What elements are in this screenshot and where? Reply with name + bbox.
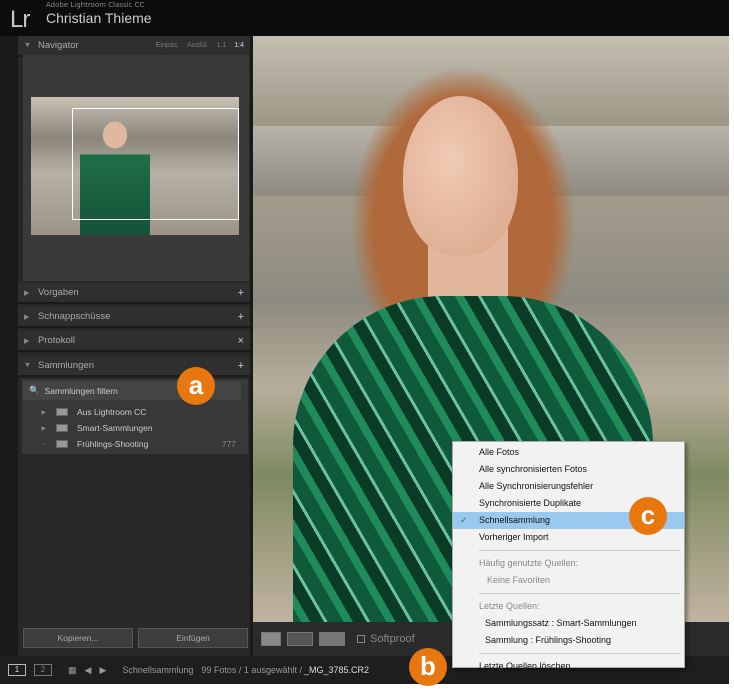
monitor-2-button[interactable]: 2 [34, 664, 52, 676]
menu-item-alle-fotos[interactable]: Alle Fotos [453, 444, 684, 461]
expand-triangle-icon: ▶ [41, 425, 46, 432]
filename: _MG_3785.CR2 [303, 665, 370, 675]
add-icon[interactable]: + [238, 360, 244, 372]
panel-label: Vorgaben [38, 287, 79, 298]
back-arrow-icon[interactable]: ◀ [85, 665, 92, 676]
navigator-view-rectangle[interactable] [72, 108, 239, 220]
collapse-triangle-icon: ▼ [24, 362, 31, 369]
menu-item-sync-fehler[interactable]: Alle Synchronisierungsfehler [453, 478, 684, 495]
clear-icon[interactable]: × [238, 335, 244, 347]
menu-item-alle-sync-fotos[interactable]: Alle synchronisierten Fotos [453, 461, 684, 478]
copy-button[interactable]: Kopieren... [23, 628, 133, 648]
softproof-label: Softproof [370, 633, 415, 645]
collection-label: Aus Lightroom CC [77, 407, 147, 417]
before-after-lr-button[interactable] [287, 632, 313, 646]
target-arrow-icon: → [40, 441, 46, 447]
expand-triangle-icon: ▶ [41, 409, 46, 416]
menu-item-recent-fruehling[interactable]: Sammlung : Frühlings-Shooting [453, 632, 684, 649]
filter-placeholder: Sammlungen filtern [44, 385, 118, 396]
collection-item[interactable]: → Frühlings-Shooting 777 [22, 436, 248, 452]
panel-schnappschuesse[interactable]: ▶ Schnappschüsse + [18, 307, 250, 328]
callout-badge-c: c [629, 497, 667, 535]
collection-set-item[interactable]: ▶ Smart-Sammlungen [22, 420, 248, 436]
collection-icon [56, 440, 68, 448]
recent-sources-header: Letzte Quellen: [479, 601, 540, 611]
search-icon: 🔍 [29, 385, 40, 395]
source-menu: Alle Fotos Alle synchronisierten Fotos A… [452, 441, 685, 671]
menu-divider [479, 550, 680, 551]
menu-item-clear-recent[interactable]: Letzte Quellen löschen [453, 658, 684, 675]
callout-badge-b: b [409, 648, 447, 686]
before-after-tb-button[interactable] [319, 632, 345, 646]
menu-divider [479, 653, 680, 654]
navigator-zoom-options: Einpas. Ausfül. 1:1 1:4 [156, 42, 244, 49]
collection-set-icon [56, 408, 68, 416]
zoom-1-1[interactable]: 1:1 [217, 42, 227, 49]
softproof-checkbox[interactable]: Softproof [357, 633, 415, 645]
add-icon[interactable]: + [238, 287, 244, 299]
collection-set-item[interactable]: ▶ Aus Lightroom CC [22, 404, 248, 420]
collapse-triangle-icon: ▼ [24, 42, 31, 49]
panel-label: Schnappschüsse [38, 311, 111, 322]
menu-divider [479, 593, 680, 594]
app-name: Adobe Lightroom Classic CC [46, 1, 145, 9]
paste-button[interactable]: Einfügen [138, 628, 248, 648]
grid-icon[interactable]: ▦ [68, 665, 77, 676]
expand-triangle-icon: ▶ [24, 289, 30, 297]
panel-label: Protokoll [38, 335, 75, 346]
source-dropdown[interactable]: Schnellsammlung [122, 665, 193, 675]
checkmark-icon: ✓ [460, 515, 468, 525]
lightroom-logo: Lr [10, 6, 30, 33]
frequent-sources-header: Häufig genutzte Quellen: [479, 558, 579, 568]
expand-triangle-icon: ▶ [24, 337, 30, 345]
panel-label: Sammlungen [38, 360, 94, 371]
loupe-view-button[interactable] [261, 632, 281, 646]
no-favorites: Keine Favoriten [487, 575, 551, 585]
checkbox-icon [357, 635, 365, 643]
collection-set-icon [56, 424, 68, 432]
expand-triangle-icon: ▶ [24, 313, 30, 321]
identity-plate: Christian Thieme [46, 10, 152, 26]
title-bar: Lr Adobe Lightroom Classic CC Christian … [0, 0, 729, 36]
photo-count: 99 Fotos / 1 ausgewählt / [201, 665, 302, 675]
menu-item-recent-smart[interactable]: Sammlungssatz : Smart-Sammlungen [453, 615, 684, 632]
add-icon[interactable]: + [238, 311, 244, 323]
forward-arrow-icon[interactable]: ▶ [99, 665, 106, 676]
collection-count: 777 [221, 439, 236, 449]
panel-protokoll[interactable]: ▶ Protokoll × [18, 331, 250, 352]
zoom-fit[interactable]: Einpas. [156, 42, 179, 49]
panel-sammlungen[interactable]: ▼ Sammlungen + [18, 356, 250, 377]
panel-vorgaben[interactable]: ▶ Vorgaben + [18, 283, 250, 304]
monitor-1-button[interactable]: 1 [8, 664, 26, 676]
zoom-1-4[interactable]: 1:4 [234, 42, 244, 49]
collection-label: Smart-Sammlungen [77, 423, 153, 433]
navigator-title: Navigator [38, 40, 79, 51]
callout-badge-a: a [177, 367, 215, 405]
navigator-header[interactable]: ▼ Navigator Einpas. Ausfül. 1:1 1:4 [18, 36, 250, 57]
collection-label: Frühlings-Shooting [77, 439, 149, 449]
menu-item-label: Schnellsammlung [479, 515, 551, 525]
zoom-fill[interactable]: Ausfül. [187, 42, 208, 49]
